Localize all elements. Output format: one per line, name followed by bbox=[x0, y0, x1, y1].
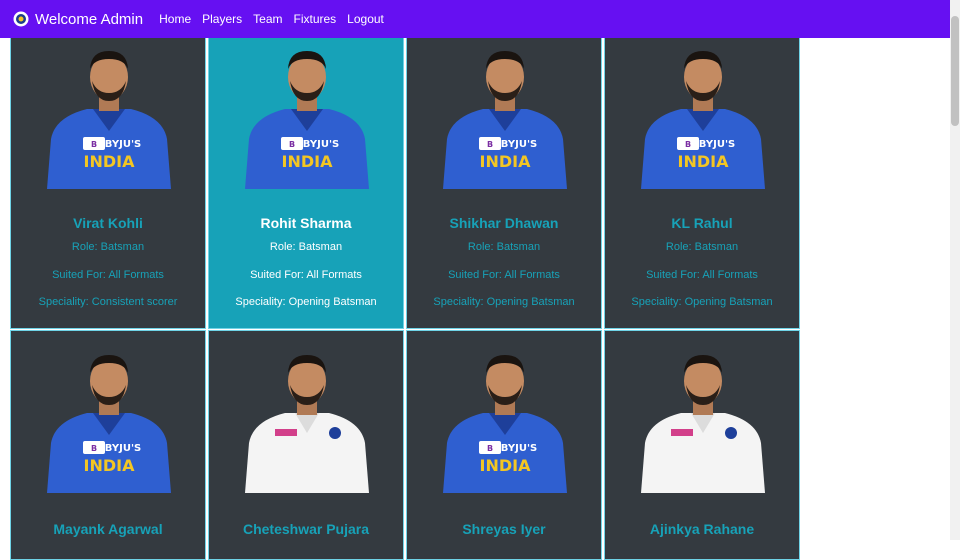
player-name: KL Rahul bbox=[671, 215, 733, 231]
player-photo bbox=[443, 355, 567, 493]
player-photo bbox=[443, 51, 567, 189]
player-role: Role: Batsman bbox=[269, 241, 343, 253]
player-card-active[interactable]: Rohit Sharma Role: Batsman Suited For: A… bbox=[208, 18, 404, 329]
player-suited-for: Suited For: All Formats bbox=[646, 269, 758, 281]
player-card[interactable]: Shreyas Iyer bbox=[406, 330, 602, 560]
player-photo bbox=[641, 355, 765, 493]
player-card[interactable]: KL Rahul Role: Batsman Suited For: All F… bbox=[604, 18, 800, 329]
nav-home-link[interactable]: Home bbox=[159, 12, 191, 26]
top-navbar: Welcome Admin Home Players Team Fixtures… bbox=[0, 0, 950, 38]
player-photo bbox=[47, 51, 171, 189]
nav-fixtures-link[interactable]: Fixtures bbox=[293, 12, 336, 26]
nav-team-link[interactable]: Team bbox=[253, 12, 282, 26]
player-suited-for: Suited For: All Formats bbox=[250, 269, 362, 281]
player-photo bbox=[641, 51, 765, 189]
nav-links: Home Players Team Fixtures Logout bbox=[159, 12, 395, 26]
player-speciality: Speciality: Opening Batsman bbox=[631, 296, 773, 308]
cricket-logo-icon bbox=[13, 11, 29, 27]
player-card[interactable]: Mayank Agarwal bbox=[10, 330, 206, 560]
player-speciality: Speciality: Consistent scorer bbox=[38, 296, 178, 308]
player-card[interactable]: Virat Kohli Role: Batsman Suited For: Al… bbox=[10, 18, 206, 329]
brand-title: Welcome Admin bbox=[35, 10, 144, 28]
player-photo bbox=[245, 355, 369, 493]
nav-players-link[interactable]: Players bbox=[202, 12, 242, 26]
page-scrollbar[interactable] bbox=[950, 0, 960, 540]
player-name: Virat Kohli bbox=[73, 215, 143, 231]
player-name: Cheteshwar Pujara bbox=[242, 521, 370, 537]
player-role: Role: Batsman bbox=[467, 241, 541, 253]
player-suited-for: Suited For: All Formats bbox=[52, 269, 164, 281]
player-role: Role: Batsman bbox=[71, 241, 145, 253]
player-card[interactable]: Shikhar Dhawan Role: Batsman Suited For:… bbox=[406, 18, 602, 329]
player-card[interactable]: Cheteshwar Pujara bbox=[208, 330, 404, 560]
player-name: Ajinkya Rahane bbox=[649, 521, 755, 537]
player-role: Role: Batsman bbox=[665, 241, 739, 253]
player-name: Shikhar Dhawan bbox=[449, 215, 559, 231]
player-speciality: Speciality: Opening Batsman bbox=[235, 296, 377, 308]
player-name: Shreyas Iyer bbox=[462, 521, 546, 537]
player-photo bbox=[245, 51, 369, 189]
player-card[interactable]: Ajinkya Rahane bbox=[604, 330, 800, 560]
brand[interactable]: Welcome Admin bbox=[13, 11, 143, 28]
nav-logout-link[interactable]: Logout bbox=[347, 12, 384, 26]
player-suited-for: Suited For: All Formats bbox=[448, 269, 560, 281]
player-speciality: Speciality: Opening Batsman bbox=[433, 296, 575, 308]
player-photo bbox=[47, 355, 171, 493]
player-name: Mayank Agarwal bbox=[53, 521, 163, 537]
player-name: Rohit Sharma bbox=[260, 215, 352, 231]
scrollbar-thumb[interactable] bbox=[951, 16, 959, 126]
